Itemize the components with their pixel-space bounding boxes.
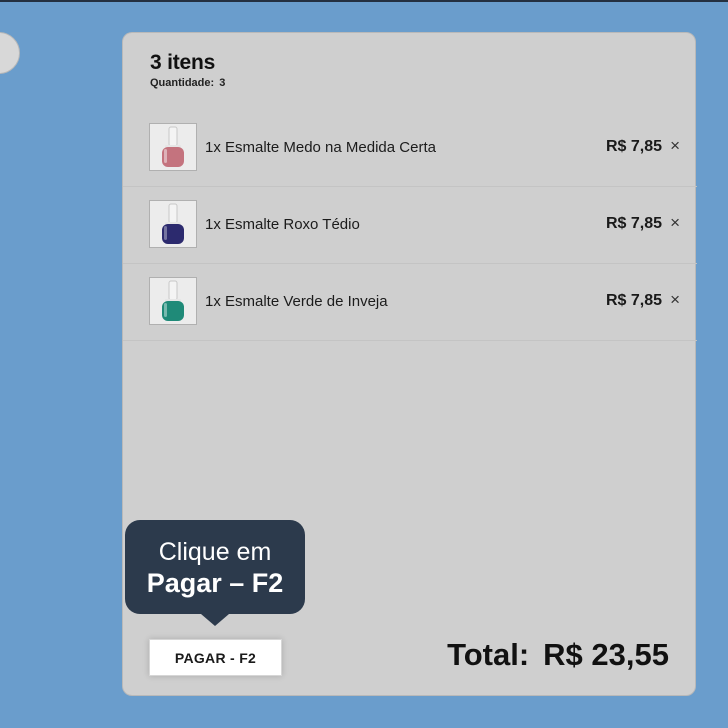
item-price: R$ 7,85	[605, 292, 662, 309]
pay-hint-tooltip: Clique em Pagar – F2	[125, 520, 305, 626]
cart-panel: 3 itens Quantidade: 3 1x Esmalte Medo na…	[122, 32, 697, 696]
remove-item-icon[interactable]: ×	[670, 137, 680, 155]
pay-button[interactable]: PAGAR - F2	[149, 639, 282, 676]
cart-item: 1x Esmalte Medo na Medida Certa R$ 7,85 …	[123, 110, 697, 187]
nail-polish-icon	[149, 123, 197, 171]
cart-item: 1x Esmalte Roxo Tédio R$ 7,85 ×	[123, 187, 697, 264]
item-name: 1x Esmalte Verde de Inveja	[205, 293, 388, 310]
item-name: 1x Esmalte Medo na Medida Certa	[205, 139, 436, 156]
window-top-edge	[0, 0, 728, 2]
total-label: Total:	[447, 637, 530, 672]
tooltip-line-1: Clique em	[158, 538, 272, 566]
remove-item-icon[interactable]: ×	[670, 291, 680, 309]
side-round-button[interactable]	[0, 32, 20, 74]
item-price: R$ 7,85	[605, 215, 662, 232]
cart-item-list: 1x Esmalte Medo na Medida Certa R$ 7,85 …	[123, 110, 697, 341]
item-price: R$ 7,85	[605, 138, 662, 155]
item-name: 1x Esmalte Roxo Tédio	[205, 216, 360, 233]
quantity-value: 3	[219, 77, 226, 89]
nail-polish-icon	[149, 200, 197, 248]
remove-item-icon[interactable]: ×	[670, 214, 680, 232]
cart-item-count: 3 itens	[150, 51, 216, 74]
cart-quantity: Quantidade: 3	[150, 77, 225, 89]
tooltip-line-2: Pagar – F2	[146, 568, 284, 598]
quantity-label: Quantidade:	[150, 77, 215, 89]
cart-total: Total: R$ 23,55	[447, 637, 669, 673]
total-value: R$ 23,55	[543, 637, 669, 672]
cart-item: 1x Esmalte Verde de Inveja R$ 7,85 ×	[123, 264, 697, 341]
nail-polish-icon	[149, 277, 197, 325]
